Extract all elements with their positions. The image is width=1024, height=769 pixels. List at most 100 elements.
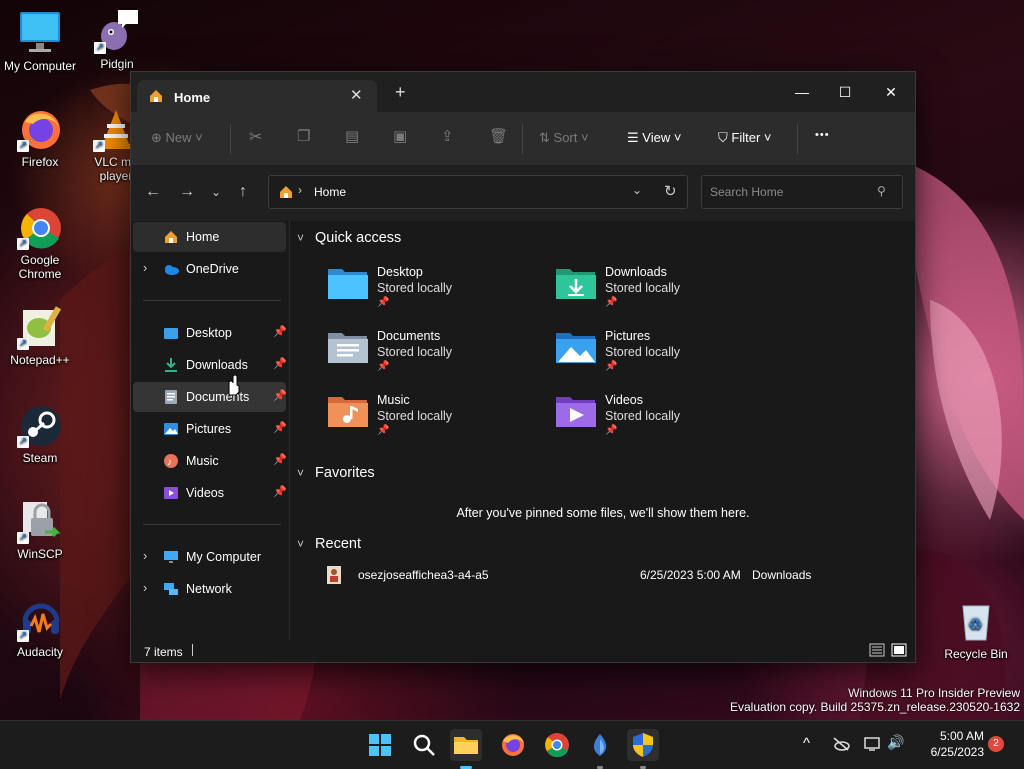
security-taskbar-button[interactable]: [627, 729, 659, 769]
view-button[interactable]: ☰ View ˅: [627, 130, 681, 146]
cut-icon[interactable]: ✂: [249, 127, 262, 147]
rename-icon[interactable]: ▣: [393, 127, 407, 145]
winscp-icon: ↗: [17, 498, 63, 544]
favorites-header[interactable]: ˅ Favorites: [297, 465, 375, 481]
recent-header[interactable]: ˅ Recent: [297, 536, 361, 552]
tiles-view-icon[interactable]: [891, 643, 907, 660]
share-icon[interactable]: ⇪: [441, 127, 454, 145]
music-icon: ♪: [163, 453, 179, 469]
section-title: Favorites: [315, 465, 375, 481]
close-tab-icon[interactable]: ✕: [350, 86, 363, 104]
shortcut-arrow-icon: ↗: [17, 238, 29, 250]
details-view-icon[interactable]: [869, 643, 885, 660]
recent-file-row[interactable]: osezjoseaffichea3-a4-a5 6/25/2023 5:00 A…: [321, 563, 891, 587]
quick-access-pictures[interactable]: Pictures Stored locally 📌: [555, 327, 775, 383]
sidebar-item-documents[interactable]: Documents 📌: [133, 382, 287, 412]
quick-access-downloads[interactable]: Downloads Stored locally 📌: [555, 263, 775, 319]
sidebar-item-pictures[interactable]: Pictures 📌: [133, 414, 287, 444]
shortcut-arrow-icon: ↗: [93, 140, 105, 152]
quick-access-videos[interactable]: Videos Stored locally 📌: [555, 391, 775, 447]
recycle-bin-icon: ♻: [953, 598, 999, 644]
clock[interactable]: 5:00 AM 6/25/2023: [912, 728, 984, 760]
start-button[interactable]: [364, 729, 396, 761]
sidebar-item-network[interactable]: › Network: [133, 574, 286, 604]
sidebar-item-my-computer[interactable]: › My Computer: [133, 542, 286, 572]
quick-access-desktop[interactable]: Desktop Stored locally 📌: [327, 263, 547, 319]
minimize-button[interactable]: —: [779, 78, 825, 108]
firefox-taskbar-button[interactable]: [497, 729, 529, 761]
desktop-icon-label: Firefox: [21, 155, 59, 169]
recent-locations-chevron-icon[interactable]: ⌄: [211, 185, 221, 199]
volume-icon[interactable]: 🔊: [887, 734, 904, 751]
sidebar-item-label: Home: [186, 230, 220, 244]
sidebar-item-label: Network: [186, 582, 232, 596]
breadcrumb-home[interactable]: Home: [314, 185, 346, 199]
expand-chevron-icon[interactable]: ›: [143, 260, 147, 275]
desktop-icon-winscp[interactable]: ↗ WinSCP: [0, 498, 80, 561]
new-button[interactable]: ⊕ New ˅: [151, 130, 203, 146]
quick-access-music[interactable]: Music Stored locally 📌: [327, 391, 547, 447]
network-status-icon[interactable]: [864, 736, 882, 755]
title-bar[interactable]: Home ✕ + — ☐ ✕: [131, 72, 915, 112]
documents-folder-icon: [327, 329, 369, 365]
recent-file-name: osezjoseaffichea3-a4-a5: [358, 568, 489, 582]
firefox-icon: ↗: [17, 106, 63, 152]
pin-icon: 📌: [605, 297, 618, 308]
desktop-icon-firefox[interactable]: ↗ Firefox: [0, 106, 80, 169]
app-taskbar-button[interactable]: [584, 729, 616, 769]
maximize-button[interactable]: ☐: [822, 78, 868, 108]
desktop-icon-recycle-bin[interactable]: ♻ Recycle Bin: [936, 598, 1016, 661]
documents-icon: [163, 389, 179, 405]
folder-icon: [454, 737, 478, 754]
filter-button[interactable]: ⛉ Filter ˅: [718, 130, 772, 146]
desktop-icon-my-computer[interactable]: My Computer: [0, 10, 80, 73]
more-options-button[interactable]: •••: [815, 129, 830, 141]
expand-chevron-icon[interactable]: ›: [143, 580, 147, 595]
search-icon: [413, 734, 435, 756]
sidebar-item-onedrive[interactable]: › OneDrive: [133, 254, 286, 284]
search-box[interactable]: Search Home ⚲: [701, 175, 903, 209]
sidebar-item-videos[interactable]: Videos 📌: [133, 478, 287, 508]
toolbar-divider: [797, 124, 798, 154]
desktop-icon-steam[interactable]: ↗ Steam: [0, 402, 80, 465]
paste-icon[interactable]: ▤: [345, 127, 359, 145]
folder-name: Documents: [377, 329, 441, 343]
refresh-icon[interactable]: ↻: [664, 182, 677, 200]
view-list-icon: ☰: [627, 130, 639, 145]
collapse-chevron-icon: ˅: [297, 537, 305, 551]
quick-access-documents[interactable]: Documents Stored locally 📌: [327, 327, 547, 383]
show-hidden-icons-button[interactable]: ^: [803, 735, 810, 752]
sidebar-divider: [143, 524, 281, 525]
back-arrow-icon[interactable]: ←: [145, 183, 161, 201]
onedrive-offline-icon[interactable]: [832, 736, 850, 755]
sidebar-item-home[interactable]: Home: [133, 222, 286, 252]
notification-badge[interactable]: 2: [988, 736, 1004, 752]
pin-icon: 📌: [377, 425, 390, 436]
search-taskbar-button[interactable]: [408, 729, 440, 761]
address-dropdown-chevron-icon[interactable]: ⌄: [632, 183, 642, 197]
desktop-icon-chrome[interactable]: ↗ Google Chrome: [0, 204, 80, 281]
new-tab-button[interactable]: +: [395, 82, 406, 103]
copy-icon[interactable]: ❐: [297, 127, 310, 145]
desktop-icon-notepadpp[interactable]: ↗ Notepad++: [0, 304, 80, 367]
address-bar[interactable]: › Home ⌄ ↻: [268, 175, 688, 209]
file-explorer-taskbar-button[interactable]: [450, 729, 482, 769]
monitor-icon: [17, 10, 63, 56]
sidebar-item-desktop[interactable]: Desktop 📌: [133, 318, 287, 348]
chrome-taskbar-button[interactable]: [541, 729, 573, 761]
desktop-icon-audacity[interactable]: ↗ Audacity: [0, 596, 80, 659]
sidebar-item-downloads[interactable]: Downloads 📌: [133, 350, 287, 380]
forward-arrow-icon[interactable]: →: [179, 183, 195, 201]
desktop-icon-pidgin[interactable]: ↗ Pidgin: [77, 8, 157, 71]
close-window-button[interactable]: ✕: [868, 78, 914, 108]
pin-icon: 📌: [273, 422, 287, 434]
sidebar-item-music[interactable]: ♪ Music 📌: [133, 446, 287, 476]
tab-home[interactable]: Home ✕: [137, 80, 377, 112]
up-arrow-icon[interactable]: ↑: [239, 183, 247, 201]
quick-access-header[interactable]: ˅ Quick access: [297, 230, 401, 246]
search-input[interactable]: Search Home: [710, 185, 783, 199]
sort-button[interactable]: ⇅ Sort ˅: [539, 130, 589, 146]
delete-icon[interactable]: 🗑: [489, 127, 508, 145]
expand-chevron-icon[interactable]: ›: [143, 548, 147, 563]
pin-icon: 📌: [273, 390, 287, 402]
